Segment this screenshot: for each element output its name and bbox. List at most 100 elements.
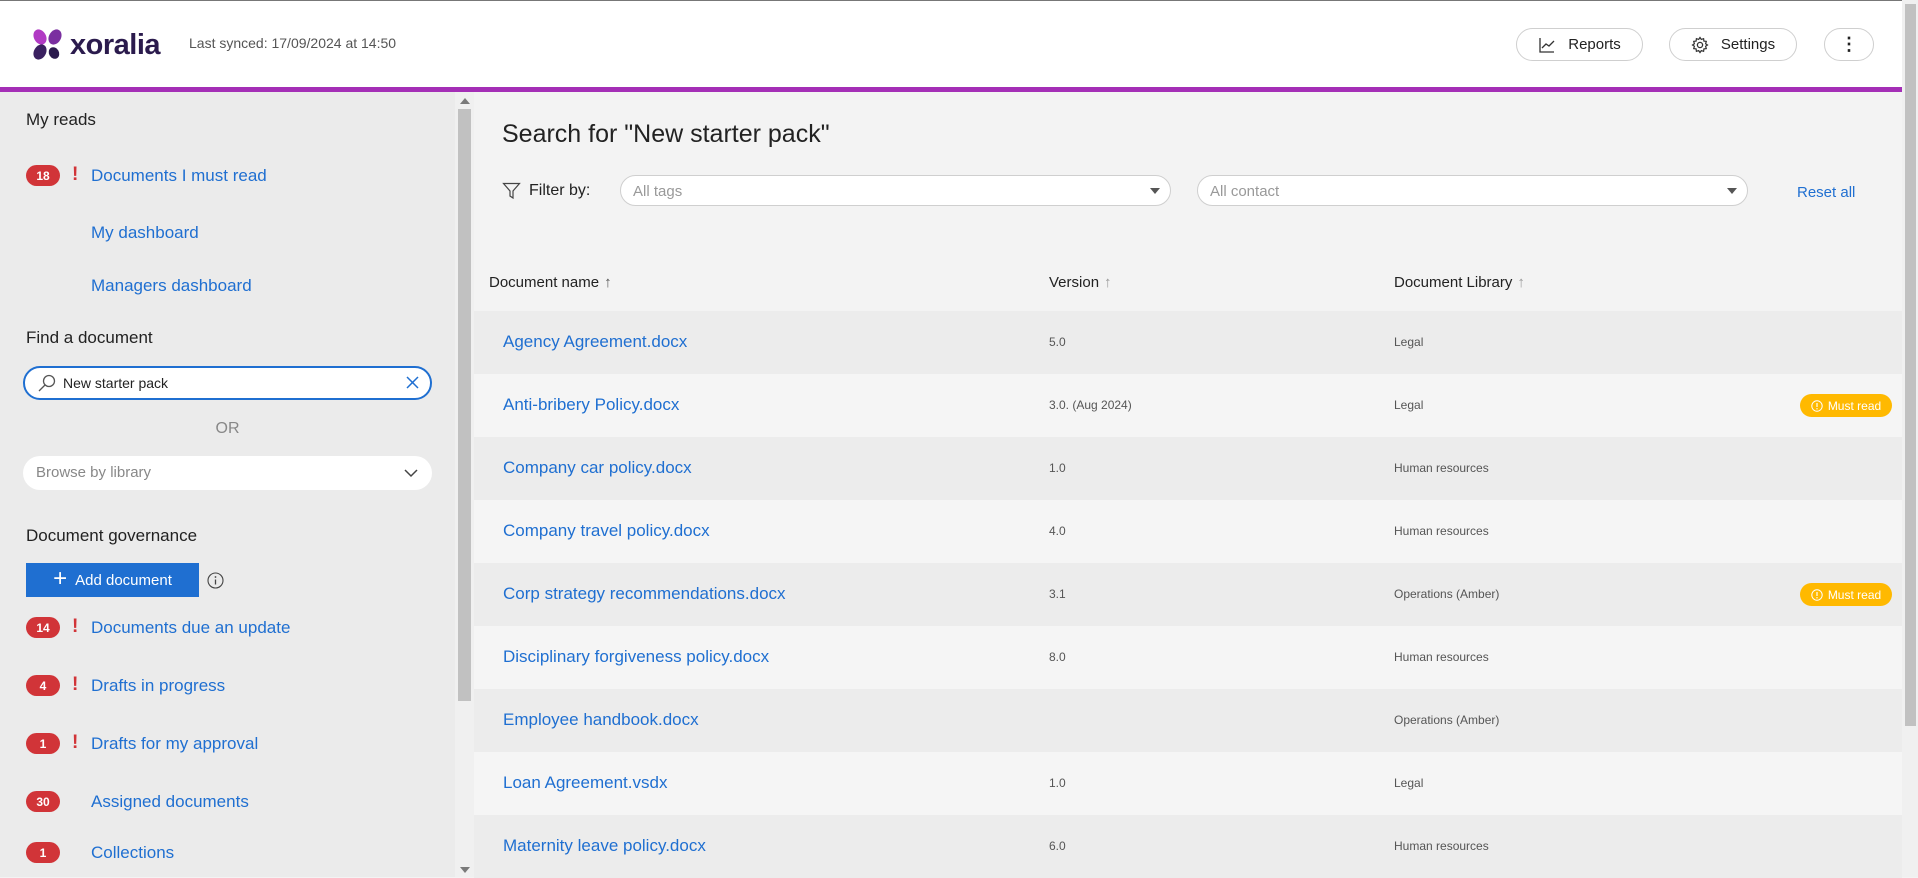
alert-circle-icon: [1811, 399, 1823, 412]
sort-arrow-icon: ↑: [1517, 274, 1525, 291]
document-version: 5.0: [1049, 335, 1066, 349]
filter-funnel-icon: [502, 182, 521, 200]
alert-icon: !: [72, 164, 79, 185]
more-vertical-icon: ⋮: [1840, 34, 1858, 54]
document-library: Legal: [1394, 776, 1424, 790]
more-options-button[interactable]: ⋮: [1824, 28, 1874, 61]
sidebar-item-my-dashboard[interactable]: My dashboard: [91, 223, 199, 243]
sidebar-scrollbar[interactable]: [455, 92, 474, 877]
document-name-link[interactable]: Company travel policy.docx: [503, 521, 710, 541]
document-name-link[interactable]: Loan Agreement.vsdx: [503, 773, 667, 793]
document-version: 3.0. (Aug 2024): [1049, 398, 1132, 412]
page-scrollbar-thumb[interactable]: [1905, 4, 1916, 726]
info-icon[interactable]: [207, 572, 224, 589]
add-document-button[interactable]: + Add document: [26, 563, 199, 597]
table-row[interactable]: Agency Agreement.docx 5.0 Legal: [474, 311, 1902, 374]
table-row[interactable]: Disciplinary forgiveness policy.docx 8.0…: [474, 626, 1902, 689]
scroll-down-arrow-icon[interactable]: [460, 867, 470, 873]
browse-placeholder: Browse by library: [36, 464, 152, 481]
drafts-in-progress-count-badge: 4: [26, 675, 60, 696]
document-version: 1.0: [1049, 461, 1066, 475]
column-header-version[interactable]: Version ↑: [1049, 274, 1112, 291]
xoralia-logo[interactable]: xoralia: [28, 27, 161, 63]
browse-by-library-dropdown[interactable]: Browse by library: [23, 456, 432, 490]
caret-down-icon: [1727, 188, 1737, 194]
search-icon: [38, 374, 56, 392]
filter-by-label: Filter by:: [529, 182, 591, 199]
document-name-link[interactable]: Company car policy.docx: [503, 458, 692, 478]
my-reads-heading: My reads: [26, 110, 96, 129]
document-version: 4.0: [1049, 524, 1066, 538]
sidebar: My reads 18 ! Documents I must read My d…: [0, 92, 455, 877]
document-library: Human resources: [1394, 650, 1489, 664]
sidebar-item-drafts-in-progress[interactable]: Drafts in progress: [91, 676, 225, 696]
document-version: 1.0: [1049, 776, 1066, 790]
documents-due-update-count-badge: 14: [26, 617, 60, 638]
find-document-heading: Find a document: [26, 328, 153, 347]
must-read-count-badge: 18: [26, 165, 60, 186]
contact-filter-placeholder: All contact: [1210, 183, 1280, 200]
document-governance-heading: Document governance: [26, 526, 198, 545]
table-row[interactable]: Maternity leave policy.docx 6.0 Human re…: [474, 815, 1902, 878]
must-read-badge: Must read: [1800, 394, 1892, 417]
caret-down-icon: [1150, 188, 1160, 194]
gear-icon: [1691, 35, 1709, 54]
collections-count-badge: 1: [26, 842, 60, 863]
clear-search-icon[interactable]: [405, 375, 420, 390]
sidebar-item-documents-due-an-update[interactable]: Documents due an update: [91, 618, 290, 638]
document-library: Human resources: [1394, 839, 1489, 853]
page-scrollbar[interactable]: [1902, 0, 1918, 877]
search-input[interactable]: [63, 372, 383, 394]
document-name-link[interactable]: Disciplinary forgiveness policy.docx: [503, 647, 769, 667]
document-version: 6.0: [1049, 839, 1066, 853]
document-name-link[interactable]: Corp strategy recommendations.docx: [503, 584, 786, 604]
app-header: xoralia Last synced: 17/09/2024 at 14:50…: [0, 0, 1918, 92]
alert-circle-icon: [1811, 588, 1823, 601]
document-library: Human resources: [1394, 461, 1489, 475]
document-library: Legal: [1394, 398, 1424, 412]
table-row[interactable]: Corp strategy recommendations.docx 3.1 O…: [474, 563, 1902, 626]
table-row[interactable]: Anti-bribery Policy.docx 3.0. (Aug 2024)…: [474, 374, 1902, 437]
add-document-label: Add document: [75, 571, 172, 589]
document-library: Operations (Amber): [1394, 587, 1500, 601]
tags-filter-dropdown[interactable]: All tags: [620, 175, 1171, 206]
sidebar-item-documents-i-must-read[interactable]: Documents I must read: [91, 166, 267, 186]
sort-arrow-icon: ↑: [604, 274, 612, 291]
document-name-link[interactable]: Agency Agreement.docx: [503, 332, 687, 352]
table-row[interactable]: Employee handbook.docx Operations (Amber…: [474, 689, 1902, 752]
column-header-document-library[interactable]: Document Library ↑: [1394, 274, 1525, 291]
document-version: 3.1: [1049, 587, 1066, 601]
sidebar-scrollbar-thumb[interactable]: [458, 109, 471, 701]
document-version: 8.0: [1049, 650, 1066, 664]
reset-all-link[interactable]: Reset all: [1797, 184, 1855, 201]
table-row[interactable]: Company car policy.docx 1.0 Human resour…: [474, 437, 1902, 500]
alert-icon: !: [72, 732, 79, 753]
table-header: Document name ↑ Version ↑ Document Library…: [474, 256, 1902, 311]
chevron-down-icon: [404, 469, 418, 478]
or-separator: OR: [215, 420, 240, 437]
document-name-link[interactable]: Maternity leave policy.docx: [503, 836, 706, 856]
drafts-for-approval-count-badge: 1: [26, 733, 60, 754]
must-read-badge: Must read: [1800, 583, 1892, 606]
column-header-document-name[interactable]: Document name ↑: [489, 274, 612, 291]
settings-button[interactable]: Settings: [1669, 28, 1797, 61]
settings-label: Settings: [1720, 36, 1776, 53]
contact-filter-dropdown[interactable]: All contact: [1197, 175, 1748, 206]
document-name-link[interactable]: Employee handbook.docx: [503, 710, 699, 730]
sidebar-item-drafts-for-my-approval[interactable]: Drafts for my approval: [91, 734, 258, 754]
alert-icon: !: [72, 674, 79, 695]
logo-text: xoralia: [70, 28, 161, 61]
reports-button[interactable]: Reports: [1516, 28, 1643, 61]
scroll-up-arrow-icon[interactable]: [460, 98, 470, 104]
assigned-documents-count-badge: 30: [26, 791, 60, 812]
table-row[interactable]: Company travel policy.docx 4.0 Human res…: [474, 500, 1902, 563]
table-row[interactable]: Loan Agreement.vsdx 1.0 Legal: [474, 752, 1902, 815]
reports-label: Reports: [1568, 36, 1621, 53]
sidebar-item-managers-dashboard[interactable]: Managers dashboard: [91, 276, 252, 296]
sidebar-item-assigned-documents[interactable]: Assigned documents: [91, 792, 249, 812]
sidebar-item-collections[interactable]: Collections: [91, 843, 174, 863]
document-name-link[interactable]: Anti-bribery Policy.docx: [503, 395, 679, 415]
filter-by: Filter by:: [502, 182, 590, 200]
plus-icon: +: [53, 565, 68, 592]
page-title: Search for "New starter pack": [502, 120, 830, 148]
